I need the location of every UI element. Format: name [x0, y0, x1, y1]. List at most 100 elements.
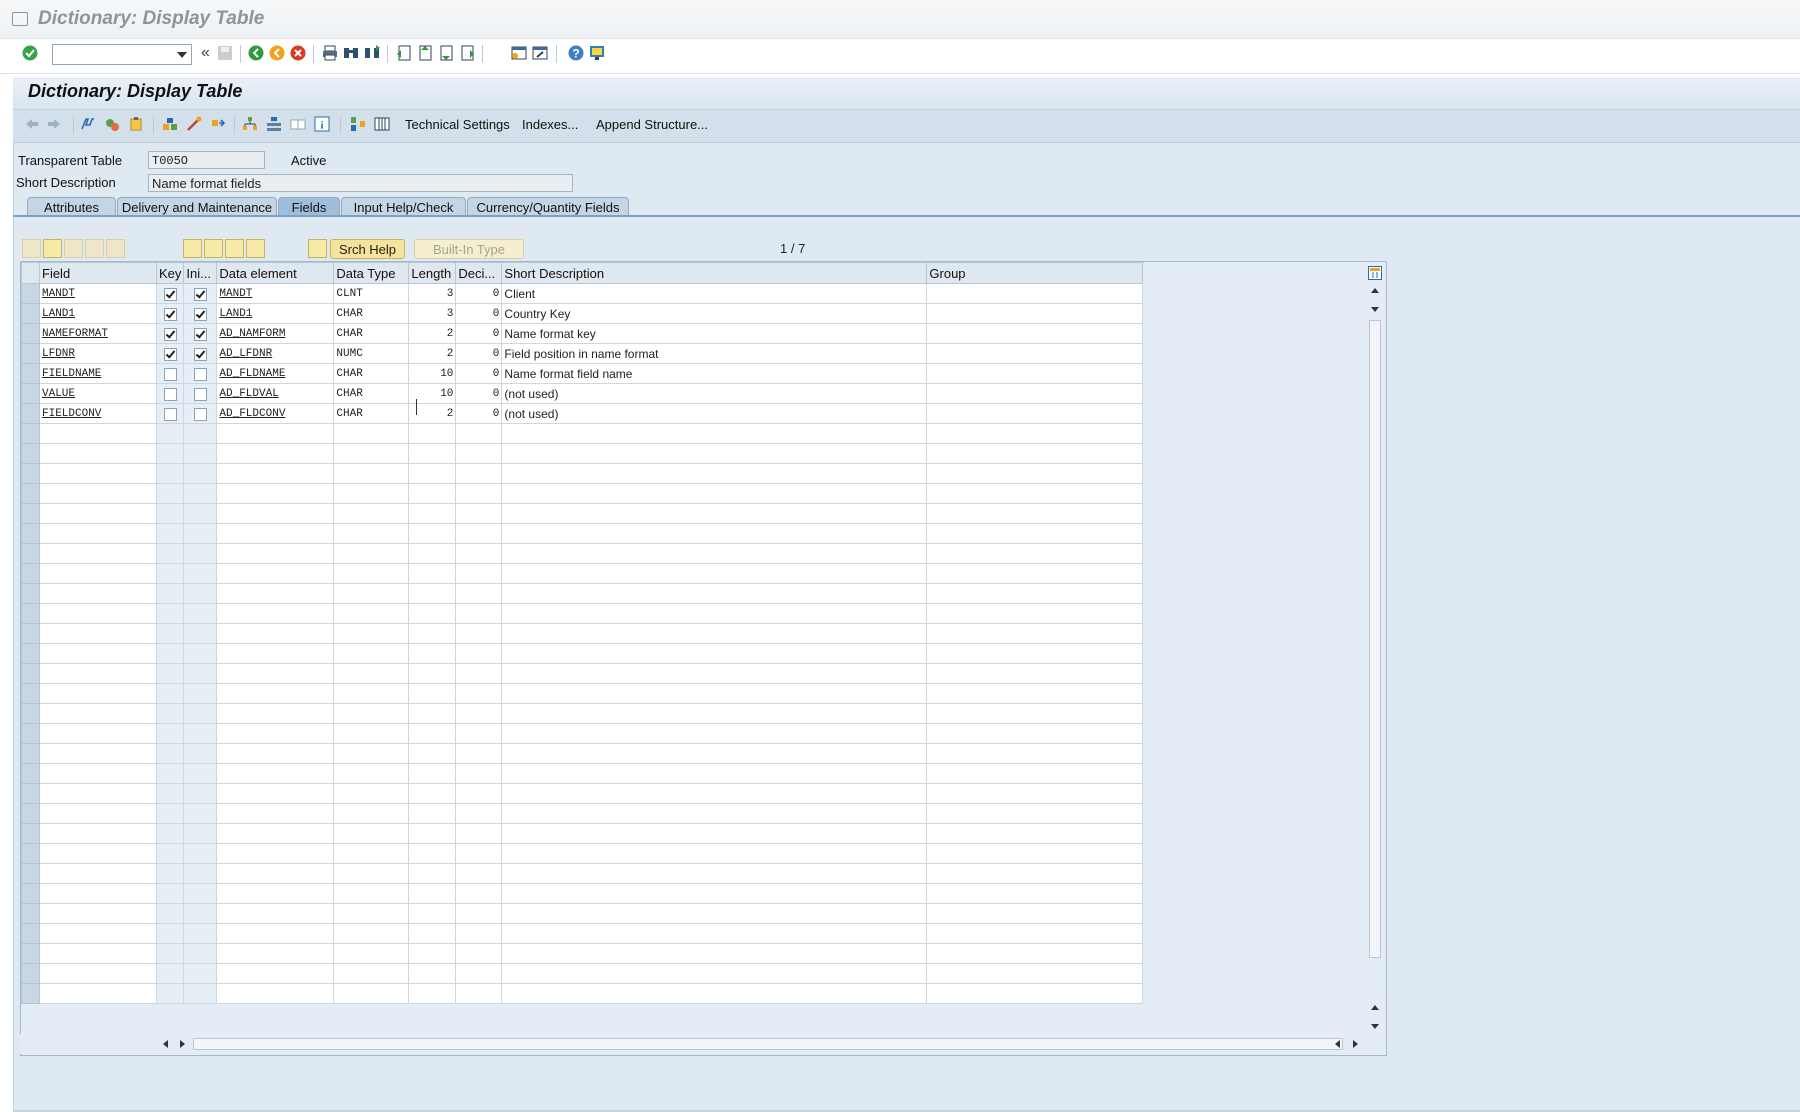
table-row[interactable]: MANDT MANDT CLNT 3 0 Client — [21, 283, 1144, 304]
cancel-icon[interactable] — [289, 44, 307, 62]
row-selector[interactable] — [21, 283, 40, 304]
scroll-page-down-icon[interactable] — [1371, 307, 1379, 312]
initial-checkbox[interactable] — [193, 327, 207, 341]
empty-row[interactable] — [21, 903, 1144, 924]
empty-row[interactable] — [21, 803, 1144, 824]
prev-page-icon[interactable] — [416, 44, 434, 62]
row-selector[interactable] — [21, 383, 40, 404]
key-checkbox[interactable] — [163, 347, 177, 361]
scroll-right-small-icon[interactable] — [180, 1040, 185, 1048]
print-icon[interactable] — [321, 44, 339, 62]
key-checkbox[interactable] — [163, 387, 177, 401]
scroll-down-icon[interactable] — [1371, 1024, 1379, 1029]
enter-icon[interactable] — [21, 44, 39, 62]
first-page-icon[interactable] — [395, 44, 413, 62]
cell-field[interactable]: LFDNR — [39, 343, 157, 364]
cell-field-link[interactable]: MANDT — [42, 288, 75, 300]
empty-row[interactable] — [21, 863, 1144, 884]
empty-row[interactable] — [21, 683, 1144, 704]
tab-currency-quantity-fields[interactable]: Currency/Quantity Fields — [467, 197, 629, 216]
table-row[interactable]: NAMEFORMAT AD_NAMFORM CHAR 2 0 Name format ke… — [21, 323, 1144, 344]
scroll-up-icon[interactable] — [1371, 288, 1379, 293]
cell-data-element-link[interactable]: AD_LFDNR — [219, 348, 272, 360]
delete-row-icon[interactable] — [106, 239, 125, 258]
cell-data-element[interactable]: AD_FLDNAME — [216, 363, 335, 384]
column-header-decimals[interactable]: Deci... — [455, 262, 503, 284]
cell-field-link[interactable]: LFDNR — [42, 348, 75, 360]
cell-data-element[interactable]: AD_LFDNR — [216, 343, 335, 364]
initial-checkbox[interactable] — [193, 407, 207, 421]
find-icon[interactable] — [342, 44, 360, 62]
built-in-type-button[interactable]: Built-In Type — [414, 239, 524, 259]
cell-data-element[interactable]: AD_NAMFORM — [216, 323, 335, 344]
empty-row[interactable] — [21, 543, 1144, 564]
initial-checkbox[interactable] — [193, 387, 207, 401]
empty-row[interactable] — [21, 843, 1144, 864]
empty-row[interactable] — [21, 443, 1144, 464]
last-page-icon[interactable] — [458, 44, 476, 62]
cell-data-element-link[interactable]: AD_FLDCONV — [219, 408, 285, 420]
save-icon[interactable] — [216, 44, 234, 62]
sort-icon[interactable] — [246, 239, 265, 258]
cell-field-link[interactable]: VALUE — [42, 388, 75, 400]
cell-data-element[interactable]: AD_FLDCONV — [216, 403, 335, 424]
srch-help-button[interactable]: Srch Help — [330, 239, 405, 259]
column-header-group[interactable]: Group — [926, 262, 1144, 284]
empty-row[interactable] — [21, 423, 1144, 444]
cell-data-element-link[interactable]: AD_NAMFORM — [219, 328, 285, 340]
column-header-data-type[interactable]: Data Type — [333, 262, 410, 284]
activate-icon[interactable] — [162, 116, 178, 132]
vertical-scrollbar[interactable] — [1366, 262, 1384, 1034]
empty-row[interactable] — [21, 883, 1144, 904]
tab-attributes[interactable]: Attributes — [27, 197, 116, 216]
hierarchy-icon[interactable] — [266, 116, 282, 132]
find-next-icon[interactable] — [363, 44, 381, 62]
empty-row[interactable] — [21, 523, 1144, 544]
empty-row[interactable] — [21, 723, 1144, 744]
key-checkbox[interactable] — [163, 407, 177, 421]
row-selector[interactable] — [21, 363, 40, 384]
key-checkbox[interactable] — [163, 367, 177, 381]
empty-row[interactable] — [21, 503, 1144, 524]
column-header-data-element[interactable]: Data element — [216, 262, 335, 284]
new-session-icon[interactable] — [510, 44, 528, 62]
empty-row[interactable] — [21, 703, 1144, 724]
collapse-icon[interactable]: « — [201, 44, 210, 62]
cell-data-element[interactable]: LAND1 — [216, 303, 335, 324]
scroll-left-end-icon[interactable] — [1335, 1040, 1340, 1048]
vertical-scroll-thumb[interactable] — [1369, 320, 1381, 958]
row-selector-header[interactable] — [21, 262, 40, 284]
command-field[interactable] — [52, 44, 192, 65]
key-checkbox[interactable] — [163, 327, 177, 341]
check-icon[interactable] — [128, 116, 144, 132]
indexes-button[interactable]: Indexes... — [522, 117, 578, 132]
search-help-icon[interactable] — [308, 239, 327, 258]
display-change-icon[interactable] — [80, 116, 96, 132]
horizontal-scroll-thumb[interactable] — [193, 1038, 1343, 1050]
empty-row[interactable] — [21, 463, 1144, 484]
row-selector[interactable] — [21, 343, 40, 364]
table-row[interactable]: FIELDCONV AD_FLDCONV CHAR 2 0 (not used) — [21, 403, 1144, 424]
key-checkbox[interactable] — [163, 307, 177, 321]
help-icon[interactable]: ? — [567, 44, 585, 62]
navigation-window-icon[interactable] — [242, 116, 258, 132]
table-row[interactable]: LAND1 LAND1 CHAR 3 0 Country Key — [21, 303, 1144, 324]
exit-icon[interactable] — [268, 44, 286, 62]
where-used-icon[interactable] — [186, 116, 202, 132]
row-selector[interactable] — [21, 303, 40, 324]
key-checkbox[interactable] — [163, 287, 177, 301]
cell-data-element[interactable]: MANDT — [216, 283, 335, 304]
empty-row[interactable] — [21, 963, 1144, 984]
cut-icon[interactable] — [22, 239, 41, 258]
table-row[interactable]: FIELDNAME AD_FLDNAME CHAR 10 0 Name format fi… — [21, 363, 1144, 384]
empty-row[interactable] — [21, 603, 1144, 624]
empty-row[interactable] — [21, 743, 1144, 764]
empty-row[interactable] — [21, 923, 1144, 944]
initial-checkbox[interactable] — [193, 347, 207, 361]
column-header-key[interactable]: Key — [155, 262, 185, 284]
empty-row[interactable] — [21, 783, 1144, 804]
contents-icon[interactable] — [290, 116, 306, 132]
info-icon[interactable]: i — [314, 116, 330, 132]
technical-settings-button[interactable]: Technical Settings — [405, 117, 510, 132]
next-page-icon[interactable] — [437, 44, 455, 62]
